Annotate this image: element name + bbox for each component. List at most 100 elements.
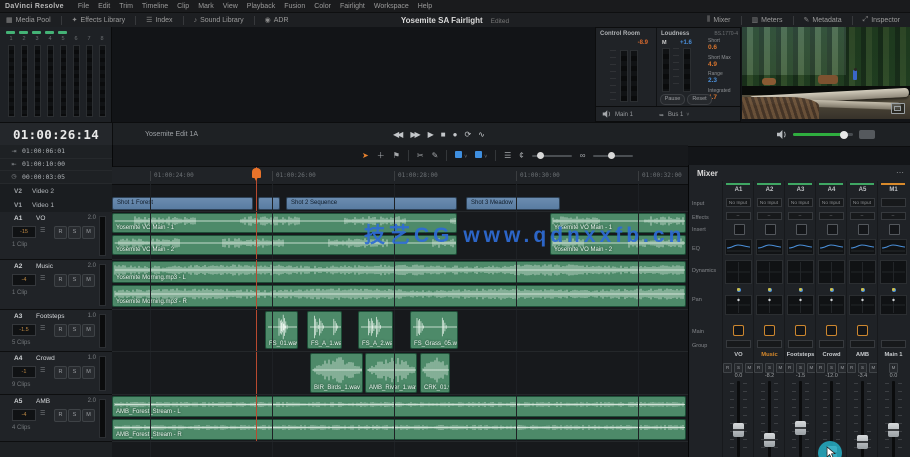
mute-button[interactable]: M xyxy=(82,366,95,379)
menu-item-color[interactable]: Color xyxy=(314,3,331,10)
effects-slot[interactable]: – xyxy=(818,212,844,220)
menu-item-mark[interactable]: Mark xyxy=(198,3,214,10)
zoom-slider-v[interactable] xyxy=(593,152,634,159)
audio-clip[interactable]: CRK_01.wav xyxy=(420,353,450,393)
audio-clip[interactable]: FS_Grass_05.wav xyxy=(410,311,458,349)
record-arm-button[interactable]: R xyxy=(54,366,67,379)
strip-track-name[interactable]: Music xyxy=(754,352,785,358)
track-header-a3[interactable]: A3 Footsteps 1.0 -1.5 ☰ R S M 5 Clips xyxy=(0,310,112,352)
video-clip[interactable]: Shot 1 Forest xyxy=(112,197,253,210)
fader-track[interactable] xyxy=(892,381,895,457)
menu-item-file[interactable]: File xyxy=(78,3,89,10)
lock-icon[interactable]: ☰ xyxy=(40,227,45,234)
input-selector[interactable]: No Input xyxy=(849,198,875,207)
audio-clip[interactable]: FS_A_2.wav xyxy=(358,311,393,349)
track-gain-value[interactable]: -1.5 xyxy=(12,324,36,336)
dynamics-graph[interactable] xyxy=(755,260,783,284)
dynamics-graph[interactable] xyxy=(724,260,752,284)
strip-track-name[interactable]: Crowd xyxy=(816,352,847,358)
effects-slot[interactable]: – xyxy=(787,212,813,220)
chevron-down-icon[interactable]: ˅ xyxy=(686,112,689,118)
mute-button[interactable]: M xyxy=(82,409,95,422)
strip-track-name[interactable]: Footsteps xyxy=(785,352,816,358)
effects-library-button[interactable]: ✦ Effects Library xyxy=(66,13,132,27)
group-slot[interactable] xyxy=(756,340,782,348)
record-arm-button[interactable]: R xyxy=(723,363,733,373)
lock-icon[interactable]: ☰ xyxy=(40,410,45,417)
add-marker-button[interactable]: ＋ xyxy=(377,150,385,161)
menu-item-trim[interactable]: Trim xyxy=(119,3,133,10)
insert-button[interactable] xyxy=(888,224,900,235)
insert-button[interactable] xyxy=(764,224,776,235)
input-selector[interactable]: No Input xyxy=(756,198,782,207)
eq-graph[interactable] xyxy=(755,239,783,255)
lock-icon[interactable]: ☰ xyxy=(40,275,45,282)
audio-clip[interactable]: FS_01.wav xyxy=(265,311,298,349)
mute-button[interactable]: M xyxy=(82,226,95,239)
record-arm-button[interactable]: R xyxy=(54,409,67,422)
insert-button[interactable] xyxy=(733,224,745,235)
selection-tool-button[interactable]: ➤ xyxy=(362,151,369,160)
main-bus-assign-button[interactable] xyxy=(857,325,868,336)
group-slot[interactable] xyxy=(849,340,875,348)
meters-button[interactable]: ▥ Meters xyxy=(746,13,789,27)
inspector-button[interactable]: ⤢ Inspector xyxy=(857,13,906,27)
menu-item-fairlight[interactable]: Fairlight xyxy=(340,3,365,10)
razor-button[interactable]: ✂ xyxy=(417,151,424,160)
video-clip[interactable]: Shot 2 Sequence xyxy=(286,197,457,210)
insert-button[interactable] xyxy=(857,224,869,235)
menu-item-edit[interactable]: Edit xyxy=(98,3,110,10)
rewind-button[interactable]: ◀◀ xyxy=(393,130,403,139)
solo-button[interactable]: S xyxy=(68,324,81,337)
track-header-a4[interactable]: A4 Crowd 1.0 -1 ☰ R S M 9 Clips xyxy=(0,352,112,395)
fader-track[interactable] xyxy=(737,381,740,457)
solo-button[interactable]: S xyxy=(68,274,81,287)
menu-item-fusion[interactable]: Fusion xyxy=(284,3,305,10)
insert-button[interactable] xyxy=(795,224,807,235)
track-gain-value[interactable]: -1 xyxy=(12,366,36,378)
solo-button[interactable]: S xyxy=(68,409,81,422)
playhead-marker[interactable] xyxy=(252,168,261,181)
main-bus-assign-button[interactable] xyxy=(764,325,775,336)
menu-item-clip[interactable]: Clip xyxy=(177,3,189,10)
solo-button[interactable]: S xyxy=(826,363,837,373)
record-arm-button[interactable]: R xyxy=(847,363,857,373)
draw-button[interactable]: ✎ xyxy=(432,151,439,160)
loop-button[interactable]: ⟳ xyxy=(464,130,471,139)
record-arm-button[interactable]: R xyxy=(54,324,67,337)
media-pool-button[interactable]: ▦ Media Pool xyxy=(0,13,57,27)
group-slot[interactable] xyxy=(880,340,906,348)
clip-color-button[interactable]: ˅ xyxy=(455,151,467,160)
track-gain-value[interactable]: -15 xyxy=(12,226,36,238)
input-selector[interactable]: No Input xyxy=(787,198,813,207)
menu-item-timeline[interactable]: Timeline xyxy=(142,3,168,10)
timeline-name[interactable]: Yosemite Edit 1A xyxy=(145,123,198,146)
dynamics-graph[interactable] xyxy=(848,260,876,284)
input-selector[interactable]: No Input xyxy=(818,198,844,207)
pan-graph[interactable] xyxy=(724,295,752,315)
display-toggle-button[interactable] xyxy=(859,130,875,139)
main-bus-assign-button[interactable] xyxy=(795,325,806,336)
audio-clip[interactable]: AMB_River_1.wav xyxy=(365,353,417,393)
zoom-slider-h[interactable] xyxy=(531,152,572,159)
strip-track-name[interactable]: Main 1 xyxy=(878,352,909,358)
eq-graph[interactable] xyxy=(724,239,752,255)
strip-track-name[interactable]: AMB xyxy=(847,352,878,358)
flag-color-button[interactable]: ˅ xyxy=(475,151,487,160)
mute-button[interactable]: M xyxy=(888,363,899,373)
mixer-options-icon[interactable]: ⋯ xyxy=(896,168,904,177)
timeline[interactable]: 01:00:24:00 01:00:26:00 01:00:28:00 01:00:3… xyxy=(112,167,688,457)
sound-library-button[interactable]: ♪ Sound Library xyxy=(188,13,250,27)
track-height-button[interactable]: ☰ xyxy=(504,151,511,160)
effects-slot[interactable]: – xyxy=(725,212,751,220)
fader-knob[interactable] xyxy=(795,421,806,435)
mute-button[interactable]: M xyxy=(82,324,95,337)
group-slot[interactable] xyxy=(787,340,813,348)
slider-knob[interactable] xyxy=(536,152,544,159)
pan-graph[interactable] xyxy=(879,295,907,315)
audio-clip[interactable]: Yosemite Morning.mp3 - L xyxy=(112,261,686,283)
record-arm-button[interactable]: R xyxy=(754,363,764,373)
audio-clip[interactable]: AMB_Forest_Stream - R xyxy=(112,419,686,440)
main-bus-assign-button[interactable] xyxy=(733,325,744,336)
menu-item-workspace[interactable]: Workspace xyxy=(374,3,409,10)
